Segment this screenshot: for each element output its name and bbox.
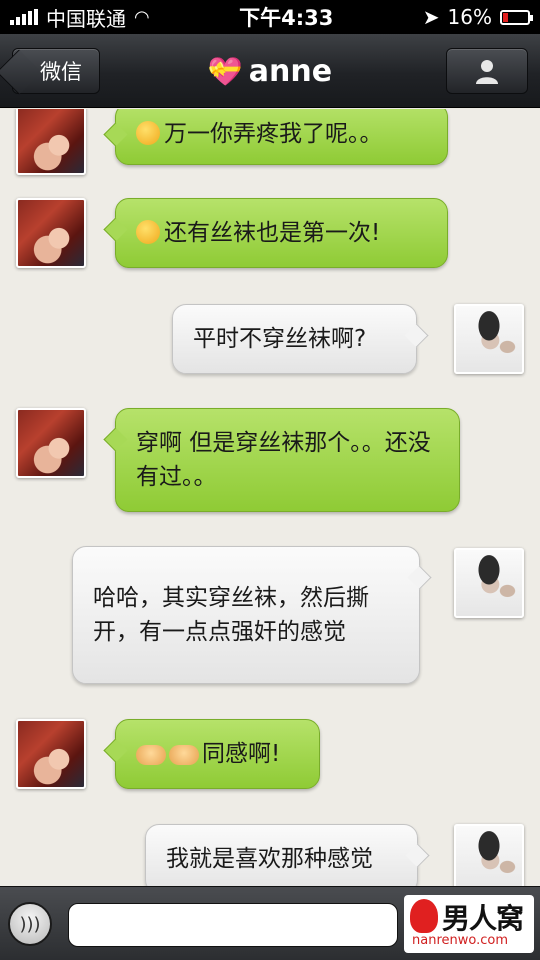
location-icon: ➤ [422,5,440,29]
person-icon [476,60,498,84]
message-bubble-outgoing[interactable]: 哈哈，其实穿丝袜，然后撕开，有一点点强奸的感觉 [72,546,420,684]
wifi-icon: ◠ [134,6,150,28]
contact-avatar[interactable] [16,109,86,175]
message-bubble-outgoing[interactable]: 平时不穿丝袜啊? [172,304,417,374]
my-avatar[interactable] [454,548,524,618]
back-button[interactable]: 微信 [12,48,100,94]
message-text: 平时不穿丝袜啊? [193,326,367,352]
my-avatar[interactable] [454,824,524,886]
handshake-icon [136,745,166,765]
input-bar: ))) 男人窝 nanrenwo.com [0,886,540,960]
contact-avatar[interactable] [16,408,86,478]
message-bubble-incoming[interactable]: 还有丝袜也是第一次! [115,198,448,268]
battery-icon [499,9,533,25]
contact-avatar[interactable] [16,198,86,268]
profile-button[interactable] [446,48,528,94]
back-button-label: 微信 [40,60,82,84]
heart-gift-icon: 💝 [207,54,243,88]
message-text: 穿啊 但是穿丝袜那个。。还没有过。。 [136,430,431,490]
nav-bar: 微信 💝 anne [0,34,540,108]
message-bubble-incoming[interactable]: 同感啊! [115,719,320,789]
watermark-title: 男人窝 [442,902,524,935]
status-time: 下午4:33 [239,6,334,30]
message-bubble-outgoing[interactable]: 我就是喜欢那种感觉 [145,824,418,886]
embarrassed-face-icon [136,121,160,145]
logo-mark-icon [410,899,438,933]
message-input[interactable] [68,903,398,947]
voice-icon[interactable]: ))) [8,902,52,946]
status-bar: 中国联通 ◠ 下午4:33 ➤ 16% [0,0,540,34]
handshake-icon [169,745,199,765]
signal-icon [10,9,38,25]
chat-title-text: anne [248,53,333,89]
message-text: 哈哈，其实穿丝袜，然后撕开，有一点点强奸的感觉 [93,585,369,645]
message-text: 万一你弄疼我了呢。。 [164,121,383,147]
watermark-url: nanrenwo.com [412,933,508,948]
my-avatar[interactable] [454,304,524,374]
carrier-name: 中国联通 [46,6,126,31]
message-bubble-incoming[interactable]: 万一你弄疼我了呢。。 [115,109,448,165]
battery-percent: 16% [447,5,492,29]
message-text: 同感啊! [202,741,281,767]
watermark-logo: 男人窝 nanrenwo.com [404,895,534,953]
chat-title: 💝 anne [140,48,400,94]
contact-avatar[interactable] [16,719,86,789]
shy-face-icon [136,220,160,244]
chat-area[interactable]: 万一你弄疼我了呢。。 还有丝袜也是第一次! 平时不穿丝袜啊? 穿啊 但是穿丝袜那… [0,109,540,886]
message-text: 还有丝袜也是第一次! [164,220,381,246]
message-bubble-incoming[interactable]: 穿啊 但是穿丝袜那个。。还没有过。。 [115,408,460,512]
message-text: 我就是喜欢那种感觉 [166,846,373,872]
